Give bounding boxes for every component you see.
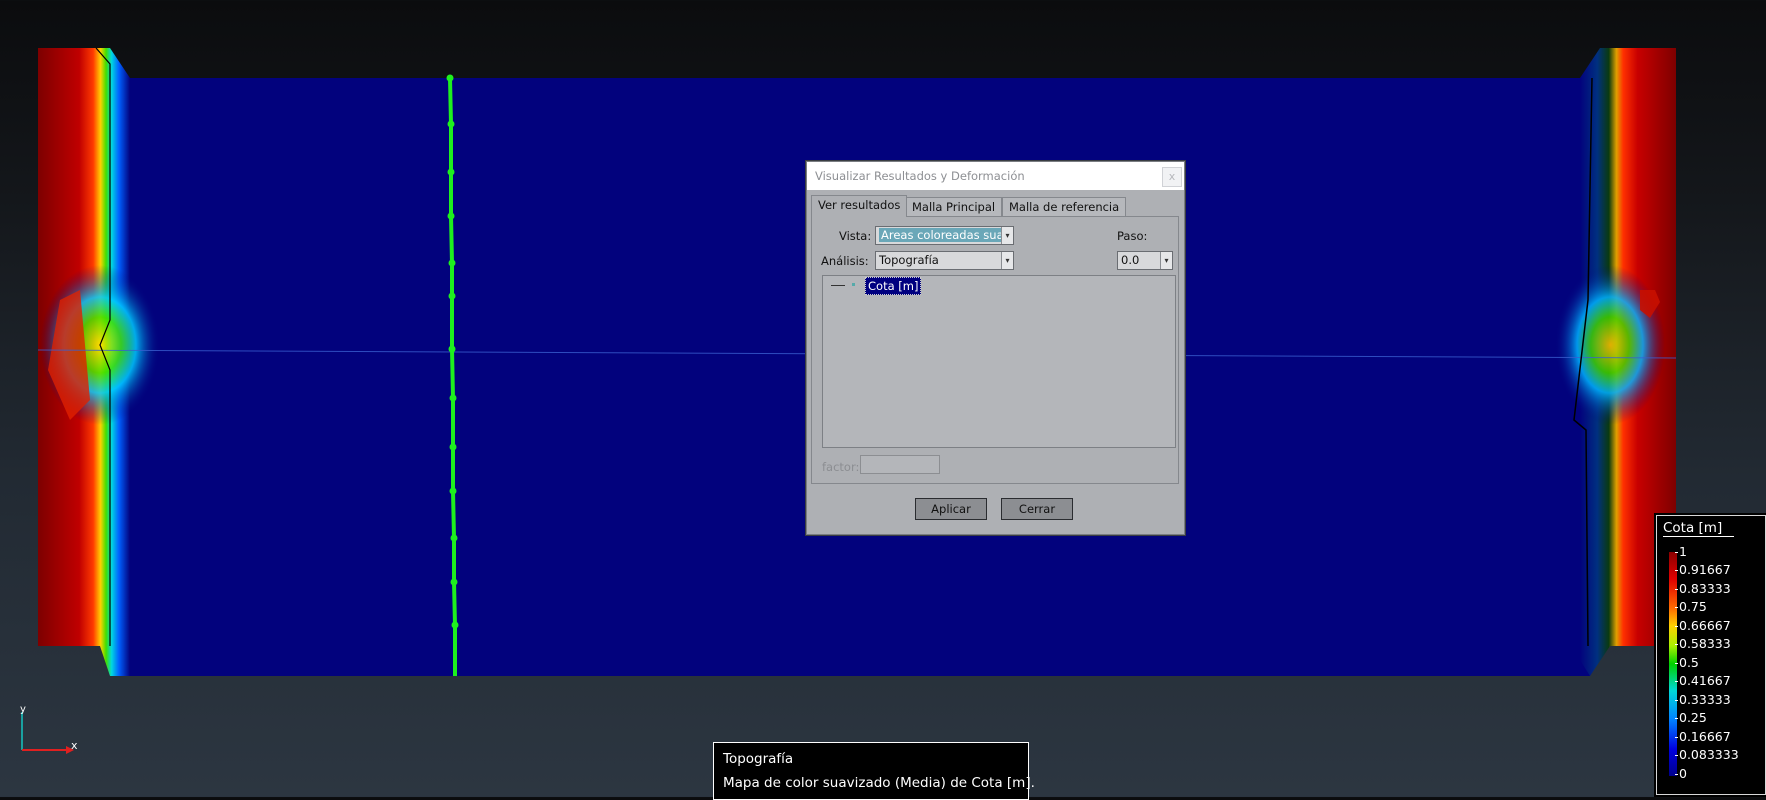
vista-select[interactable]: Areas coloreadas suave ▾	[875, 226, 1014, 245]
analisis-select[interactable]: Topografía ▾	[875, 251, 1014, 270]
tree-node-icon	[852, 283, 855, 286]
tree-item-cota[interactable]: Cota [m]	[865, 277, 922, 295]
tab-malla-principal[interactable]: Malla Principal	[905, 197, 1003, 217]
vista-value: Areas coloreadas suave	[879, 228, 1013, 242]
info-description: Mapa de color suavizado (Media) de Cota …	[723, 775, 1035, 791]
result-info-box: Topografía Mapa de color suavizado (Medi…	[713, 742, 1035, 800]
legend-tick: 0.83333	[1675, 581, 1731, 596]
analisis-label: Análisis:	[821, 254, 869, 268]
results-dialog: Visualizar Resultados y Deformación x Ve…	[806, 161, 1185, 535]
right-hotspot	[1555, 265, 1665, 425]
axis-x-label: x	[71, 739, 78, 752]
legend-tick: 0.16667	[1675, 729, 1731, 744]
legend-tick: 0	[1675, 766, 1687, 781]
color-legend: Cota [m] 1 0.91667 0.83333 0.75 0.66667 …	[1656, 515, 1766, 795]
tab-malla-referencia[interactable]: Malla de referencia	[1002, 197, 1127, 217]
factor-input[interactable]	[860, 455, 940, 474]
vista-label: Vista:	[839, 229, 872, 243]
legend-tick: 0.66667	[1675, 618, 1731, 633]
chevron-down-icon[interactable]: ▾	[1001, 252, 1013, 269]
chevron-down-icon[interactable]: ▾	[1160, 252, 1172, 269]
legend-tick: 0.41667	[1675, 673, 1731, 688]
legend-tick: 0.083333	[1675, 747, 1739, 762]
paso-label: Paso:	[1117, 229, 1148, 243]
tab-panel: Vista: Areas coloreadas suave ▾ Paso: An…	[811, 216, 1179, 484]
analisis-value: Topografía	[879, 253, 939, 267]
results-tree[interactable]: Cota [m]	[822, 275, 1176, 448]
tab-ver-resultados[interactable]: Ver resultados	[811, 195, 908, 217]
chevron-down-icon[interactable]: ▾	[1001, 227, 1013, 244]
legend-color-bar	[1669, 552, 1677, 776]
axis-y-label: y	[20, 704, 26, 715]
paso-select[interactable]: 0.0 ▾	[1117, 251, 1173, 270]
dialog-titlebar[interactable]: Visualizar Resultados y Deformación x	[807, 162, 1184, 190]
axes-triad: y x	[20, 704, 78, 754]
apply-button[interactable]: Aplicar	[915, 498, 987, 520]
legend-tick: 0.33333	[1675, 692, 1731, 707]
info-analysis: Topografía	[723, 751, 794, 767]
legend-tick: 0.91667	[1675, 562, 1731, 577]
dialog-close-button[interactable]: x	[1162, 167, 1182, 187]
close-button[interactable]: Cerrar	[1001, 498, 1073, 520]
legend-title: Cota [m]	[1663, 520, 1735, 537]
legend-tick: 1	[1675, 544, 1687, 559]
factor-label: factor:	[822, 460, 860, 474]
legend-tick: 0.25	[1675, 710, 1707, 725]
legend-tick: 0.75	[1675, 599, 1707, 614]
dialog-title: Visualizar Resultados y Deformación	[815, 169, 1025, 183]
paso-value: 0.0	[1121, 253, 1140, 267]
tree-branch-line	[831, 285, 845, 286]
legend-tick: 0.5	[1675, 655, 1699, 670]
legend-tick: 0.58333	[1675, 636, 1731, 651]
